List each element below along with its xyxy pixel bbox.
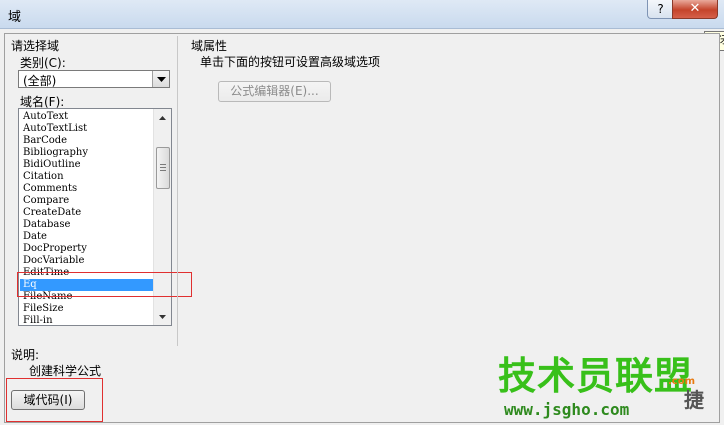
list-item[interactable]: Compare: [20, 195, 154, 207]
list-item[interactable]: Comments: [20, 183, 154, 195]
list-item[interactable]: Bibliography: [20, 147, 154, 159]
list-item[interactable]: Citation: [20, 171, 154, 183]
watermark-logo-text: 技术员联盟: [498, 356, 694, 398]
close-button[interactable]: ✕: [672, 0, 718, 19]
watermark-jie: 捷: [684, 388, 704, 412]
description-label: 说明:: [11, 348, 40, 362]
select-field-group-title: 请选择域: [11, 39, 60, 53]
list-item[interactable]: BidiOutline: [20, 159, 154, 171]
field-properties-title: 域属性: [191, 39, 228, 53]
category-value: (全部): [23, 74, 57, 88]
description-text: 创建科学公式: [29, 364, 102, 378]
list-item[interactable]: CreateDate: [20, 207, 154, 219]
advanced-options-hint: 单击下面的按钮可设置高级域选项: [200, 55, 381, 69]
watermark-url: www.jsgho.com: [504, 400, 630, 419]
list-item[interactable]: Fill-in: [20, 315, 154, 325]
formula-editor-button[interactable]: 公式编辑器(E)...: [218, 81, 331, 102]
title-bar: 域 ? ✕: [0, 0, 724, 29]
category-label: 类别(C):: [20, 56, 66, 70]
scroll-down-arrow-icon[interactable]: [154, 308, 171, 325]
list-item[interactable]: DocProperty: [20, 243, 154, 255]
scroll-thumb[interactable]: [156, 147, 170, 189]
help-button[interactable]: ?: [647, 0, 674, 19]
list-item[interactable]: AutoText: [20, 111, 154, 123]
window-title: 域: [8, 10, 22, 25]
group-divider: [177, 36, 178, 346]
list-item[interactable]: FileSize: [20, 303, 154, 315]
list-item[interactable]: AutoTextList: [20, 123, 154, 135]
highlight-field-code-box: [6, 378, 103, 422]
highlight-eq-box: [17, 272, 192, 297]
category-select[interactable]: (全部): [18, 70, 170, 88]
scroll-up-arrow-icon[interactable]: [154, 109, 171, 126]
list-item[interactable]: Date: [20, 231, 154, 243]
list-item[interactable]: DocVariable: [20, 255, 154, 267]
site-watermark: 技术员联盟 .com 捷 www.jsgho.com: [498, 356, 720, 422]
list-item[interactable]: Database: [20, 219, 154, 231]
list-item[interactable]: BarCode: [20, 135, 154, 147]
chevron-down-icon[interactable]: [152, 71, 169, 87]
